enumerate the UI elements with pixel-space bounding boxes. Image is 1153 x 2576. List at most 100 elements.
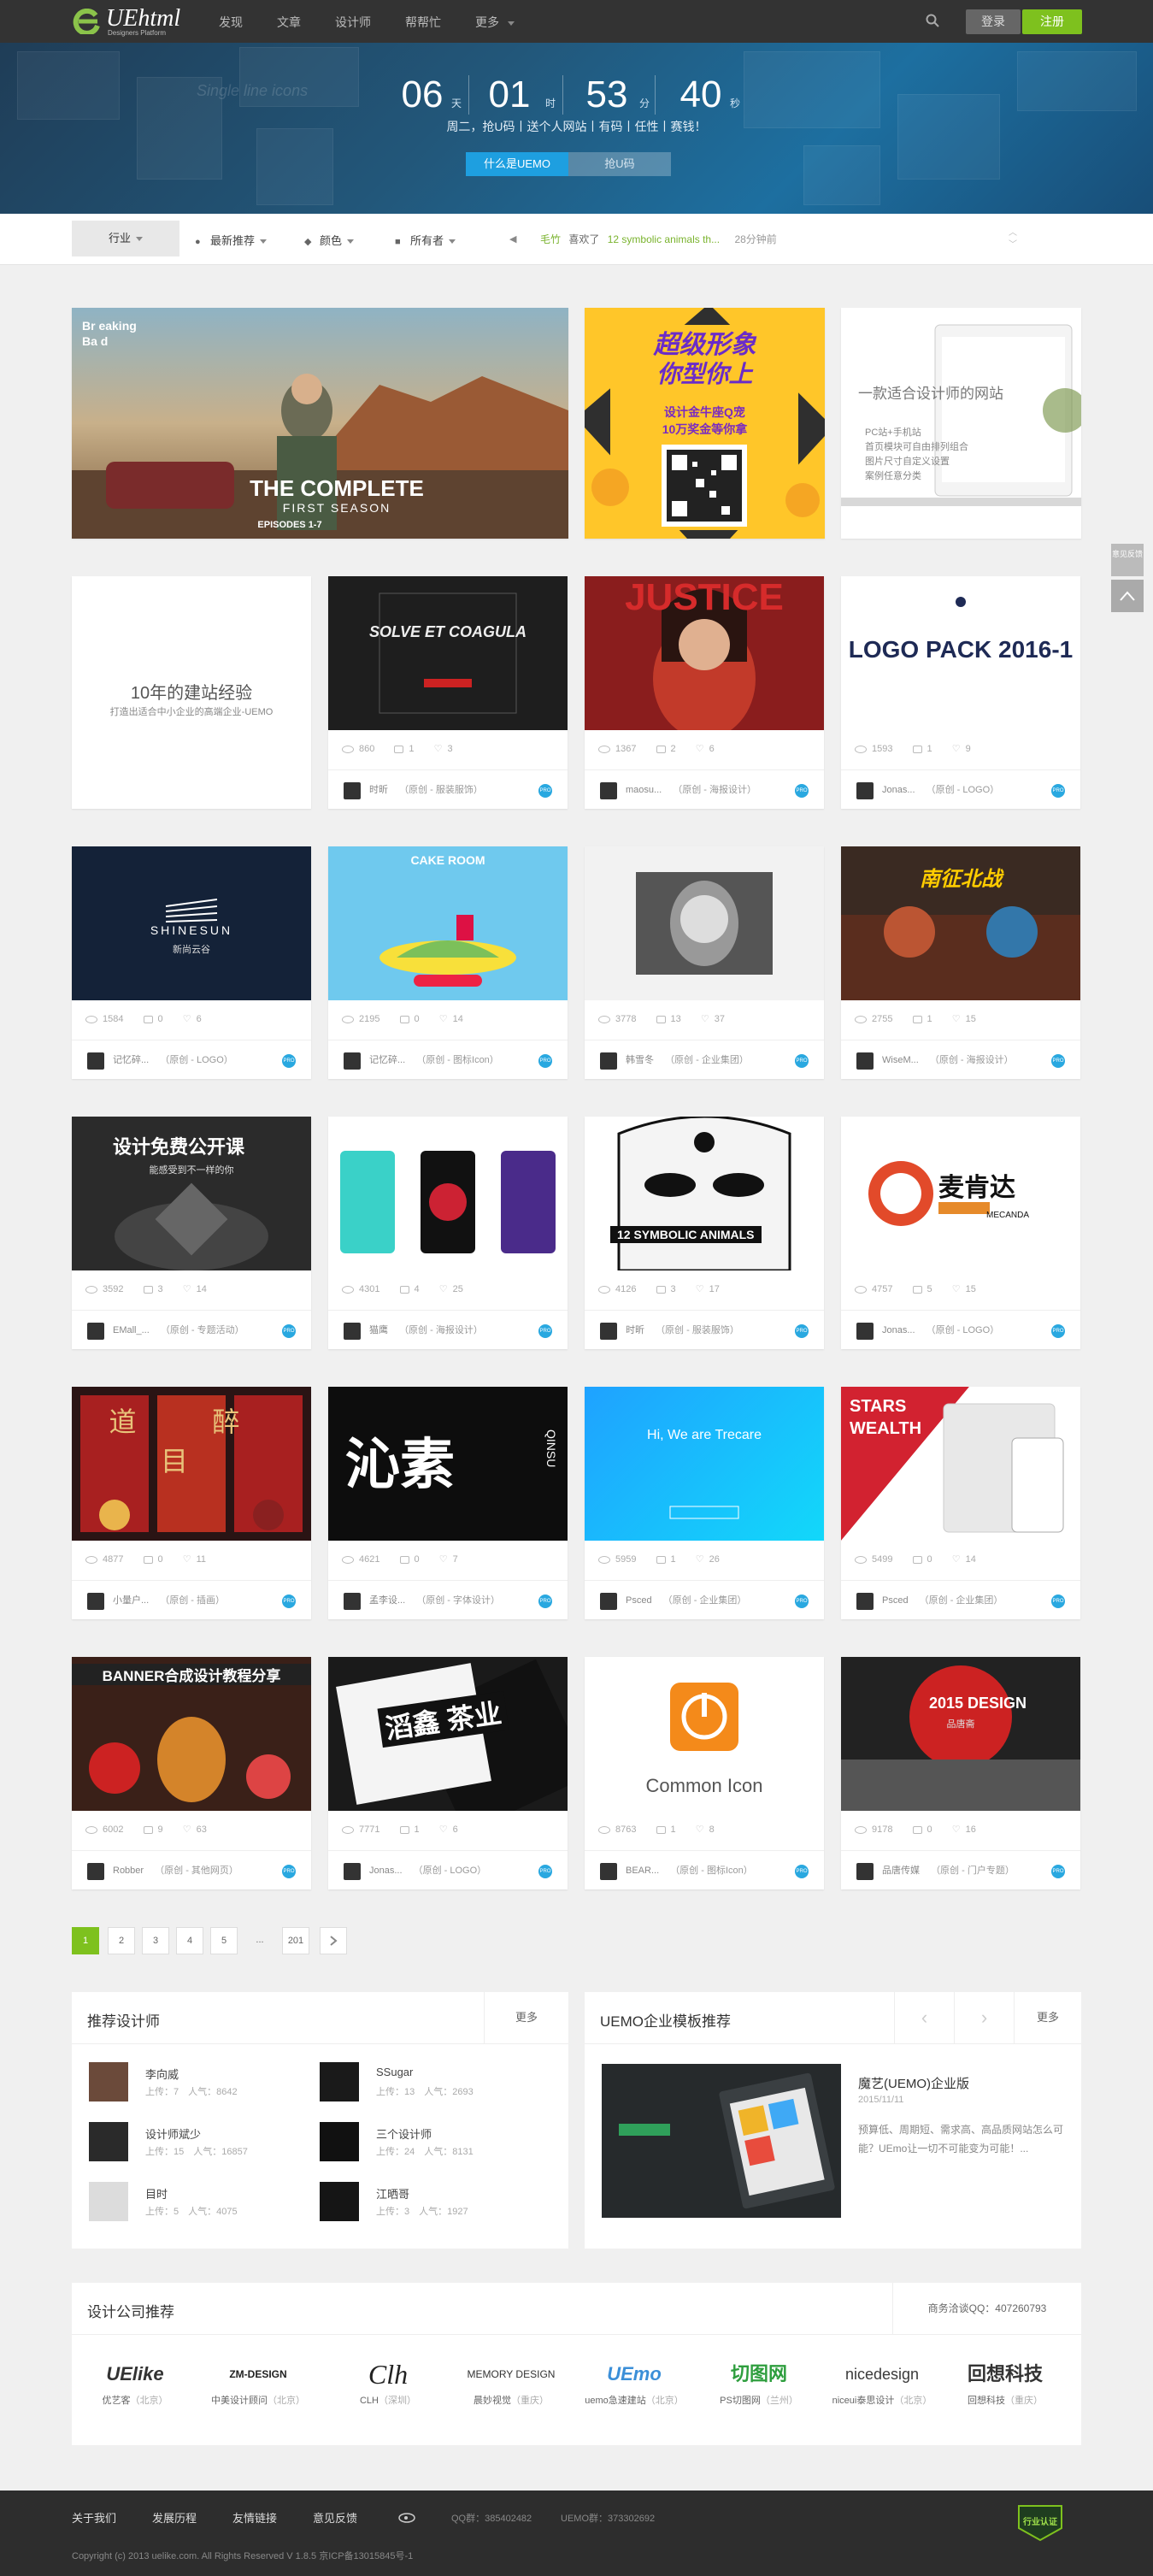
likes-count[interactable]: ♡ 7 bbox=[439, 1549, 458, 1570]
designer-avatar[interactable] bbox=[320, 2062, 359, 2101]
register-button[interactable]: 注册 bbox=[1022, 9, 1082, 34]
designer-avatar[interactable] bbox=[320, 2182, 359, 2221]
work-thumbnail[interactable]: JUSTICE bbox=[585, 576, 824, 730]
nav-more[interactable]: 更多 bbox=[475, 14, 515, 31]
work-card[interactable]: LOGO PACK 2016-1 1593 1 ♡ 9 Jonas... （原创 … bbox=[841, 576, 1080, 809]
work-category[interactable]: （原创 - 海报设计） bbox=[673, 785, 756, 795]
chevron-up-icon[interactable]: ︿ bbox=[1009, 227, 1017, 239]
work-card[interactable]: 滔鑫 茶业 7771 1 ♡ 6 Jonas... （原创 - LOGO） PRO bbox=[328, 1657, 568, 1889]
nav-discover[interactable]: 发现 bbox=[219, 14, 243, 31]
work-thumbnail[interactable]: Common Icon bbox=[585, 1657, 824, 1811]
author-name[interactable]: EMall_... bbox=[113, 1325, 150, 1335]
nav-help[interactable]: 帮帮忙 bbox=[405, 14, 441, 31]
company-name[interactable]: 优艺客 bbox=[103, 2396, 131, 2406]
next-page-button[interactable] bbox=[320, 1927, 347, 1954]
footer-history[interactable]: 发展历程 bbox=[152, 2509, 197, 2526]
page-button[interactable]: 201 bbox=[282, 1927, 309, 1954]
company-name[interactable]: uemo急速建站 bbox=[585, 2396, 646, 2406]
author-name[interactable]: 小量户... bbox=[113, 1595, 149, 1606]
designer-item[interactable]: SSugar 上传：13 人气：2693 bbox=[320, 2062, 533, 2105]
designer-name[interactable]: 江晒哥 bbox=[376, 2185, 409, 2202]
page-button[interactable]: 4 bbox=[176, 1927, 203, 1954]
author-name[interactable]: 记忆碎... bbox=[369, 1055, 405, 1065]
work-thumbnail[interactable]: SOLVE ET COAGULA bbox=[328, 576, 568, 730]
likes-count[interactable]: ♡ 15 bbox=[952, 1279, 976, 1300]
work-card[interactable]: 道 醉 目 4877 0 ♡ 11 小量户... （原创 - 插画） PRO bbox=[72, 1387, 311, 1619]
author-name[interactable]: 时昕 bbox=[626, 1325, 644, 1335]
likes-count[interactable]: ♡ 14 bbox=[952, 1549, 976, 1570]
designer-name[interactable]: 三个设计师 bbox=[376, 2125, 432, 2142]
company-logo[interactable]: 切图网 bbox=[706, 2355, 812, 2393]
likes-count[interactable]: ♡ 14 bbox=[183, 1279, 207, 1300]
work-category[interactable]: （原创 - 图标Icon） bbox=[670, 1866, 753, 1876]
featured-uemo-site[interactable]: 一款适合设计师的网站 PC站+手机站 首页模块可自由排列组合 图片尺寸自定义设置… bbox=[841, 308, 1081, 539]
footer-feedback[interactable]: 意见反馈 bbox=[313, 2509, 357, 2526]
featured-qr-contest[interactable]: 超级形象 你型你上 设计金牛座Q宠 10万奖金等你拿 bbox=[585, 308, 825, 539]
designer-avatar[interactable] bbox=[89, 2062, 128, 2101]
likes-count[interactable]: ♡ 9 bbox=[952, 739, 971, 759]
designer-name[interactable]: SSugar bbox=[376, 2066, 413, 2078]
work-category[interactable]: （原创 - LOGO） bbox=[927, 785, 1000, 795]
work-card[interactable]: 4301 4 ♡ 25 猫鹰 （原创 - 海报设计） PRO bbox=[328, 1117, 568, 1349]
work-category[interactable]: （原创 - 专题活动） bbox=[161, 1325, 244, 1335]
author-avatar[interactable] bbox=[344, 1323, 361, 1340]
company-logo[interactable]: 回想科技 bbox=[952, 2355, 1058, 2393]
company-logo[interactable]: ZM-DESIGN bbox=[205, 2355, 311, 2393]
nav-articles[interactable]: 文章 bbox=[277, 14, 301, 31]
page-button[interactable]: 1 bbox=[72, 1927, 99, 1954]
author-avatar[interactable] bbox=[87, 1052, 104, 1070]
footer-about[interactable]: 关于我们 bbox=[72, 2509, 116, 2526]
work-thumbnail[interactable] bbox=[328, 1117, 568, 1270]
work-thumbnail[interactable]: 滔鑫 茶业 bbox=[328, 1657, 568, 1811]
industry-certified-badge[interactable]: 行业认证 bbox=[1015, 2502, 1065, 2542]
work-card[interactable]: 10年的建站经验 打造出适合中小企业的高端企业-UEMO bbox=[72, 576, 311, 809]
work-category[interactable]: （原创 - 海报设计） bbox=[399, 1325, 483, 1335]
author-avatar[interactable] bbox=[600, 1323, 617, 1340]
author-name[interactable]: Robber bbox=[113, 1866, 144, 1876]
designer-item[interactable]: 江晒哥 上传：3 人气：1927 bbox=[320, 2182, 533, 2225]
work-card[interactable]: Common Icon 8763 1 ♡ 8 BEAR... （原创 - 图标Ic… bbox=[585, 1657, 824, 1889]
ticker-link[interactable]: 12 symbolic animals th... bbox=[608, 233, 720, 245]
work-card[interactable]: QINSU 沁素 4621 0 ♡ 7 孟李设... （原创 - 字体设计） PR… bbox=[328, 1387, 568, 1619]
author-avatar[interactable] bbox=[87, 1593, 104, 1610]
company-item[interactable]: nicedesign niceui泰思设计（北京） bbox=[829, 2355, 935, 2415]
work-category[interactable]: （原创 - LOGO） bbox=[414, 1866, 487, 1876]
likes-count[interactable]: ♡ 8 bbox=[696, 1819, 715, 1840]
company-name[interactable]: 晨妙视觉 bbox=[474, 2396, 511, 2406]
company-logo[interactable]: UElike bbox=[82, 2355, 188, 2393]
company-item[interactable]: ZM-DESIGN 中美设计顾问（北京） bbox=[205, 2355, 311, 2415]
author-name[interactable]: 时昕 bbox=[369, 785, 388, 795]
work-thumbnail[interactable]: 设计免费公开课 能感受到不一样的你 bbox=[72, 1117, 311, 1270]
work-category[interactable]: （原创 - 企业集团） bbox=[920, 1595, 1003, 1606]
prev-arrow-button[interactable]: ‹ bbox=[894, 1992, 954, 2043]
company-logo[interactable]: UEmo bbox=[581, 2355, 687, 2393]
author-name[interactable]: maosu... bbox=[626, 785, 662, 795]
filter-industry[interactable]: 行业 bbox=[72, 221, 179, 256]
ticker-arrows[interactable]: ︿ ﹀ bbox=[1009, 227, 1017, 251]
likes-count[interactable]: ♡ 17 bbox=[696, 1279, 720, 1300]
work-thumbnail[interactable]: 2015 DESIGN 品唐斋 bbox=[841, 1657, 1080, 1811]
likes-count[interactable]: ♡ 37 bbox=[701, 1009, 725, 1029]
site-logo[interactable]: UEhtml Designers Platform bbox=[72, 7, 191, 37]
designer-item[interactable]: 三个设计师 上传：24 人气：8131 bbox=[320, 2122, 533, 2165]
page-button[interactable]: 3 bbox=[142, 1927, 169, 1954]
work-card[interactable]: STARS WEALTH 5499 0 ♡ 14 Psced （原创 - 企业集团… bbox=[841, 1387, 1080, 1619]
likes-count[interactable]: ♡ 3 bbox=[434, 739, 453, 759]
back-to-top-button[interactable] bbox=[1111, 580, 1144, 612]
likes-count[interactable]: ♡ 11 bbox=[183, 1549, 206, 1570]
template-thumbnail[interactable] bbox=[602, 2064, 841, 2218]
work-category[interactable]: （原创 - 服装服饰） bbox=[399, 785, 483, 795]
work-category[interactable]: （原创 - 企业集团） bbox=[665, 1055, 749, 1065]
author-avatar[interactable] bbox=[856, 1052, 874, 1070]
work-card[interactable]: SHINESUN 新尚云谷 1584 0 ♡ 6 记忆碎... （原创 - LOGO… bbox=[72, 846, 311, 1079]
author-avatar[interactable] bbox=[87, 1323, 104, 1340]
designer-name[interactable]: 目时 bbox=[145, 2185, 168, 2202]
designer-item[interactable]: 设计师斌少 上传：15 人气：16857 bbox=[89, 2122, 303, 2165]
chevron-down-icon[interactable]: ﹀ bbox=[1009, 239, 1017, 251]
work-thumbnail[interactable]: 南征北战 bbox=[841, 846, 1080, 1000]
designer-item[interactable]: 目时 上传：5 人气：4075 bbox=[89, 2182, 303, 2225]
template-more-link[interactable]: 更多 bbox=[1014, 1992, 1081, 2043]
grab-ucode-button[interactable]: 抢U码 bbox=[568, 152, 671, 176]
author-name[interactable]: Jonas... bbox=[882, 1325, 915, 1335]
featured-breaking-bad[interactable]: Br eaking Ba d THE COMPLETE FIRST SEASON … bbox=[72, 308, 568, 539]
